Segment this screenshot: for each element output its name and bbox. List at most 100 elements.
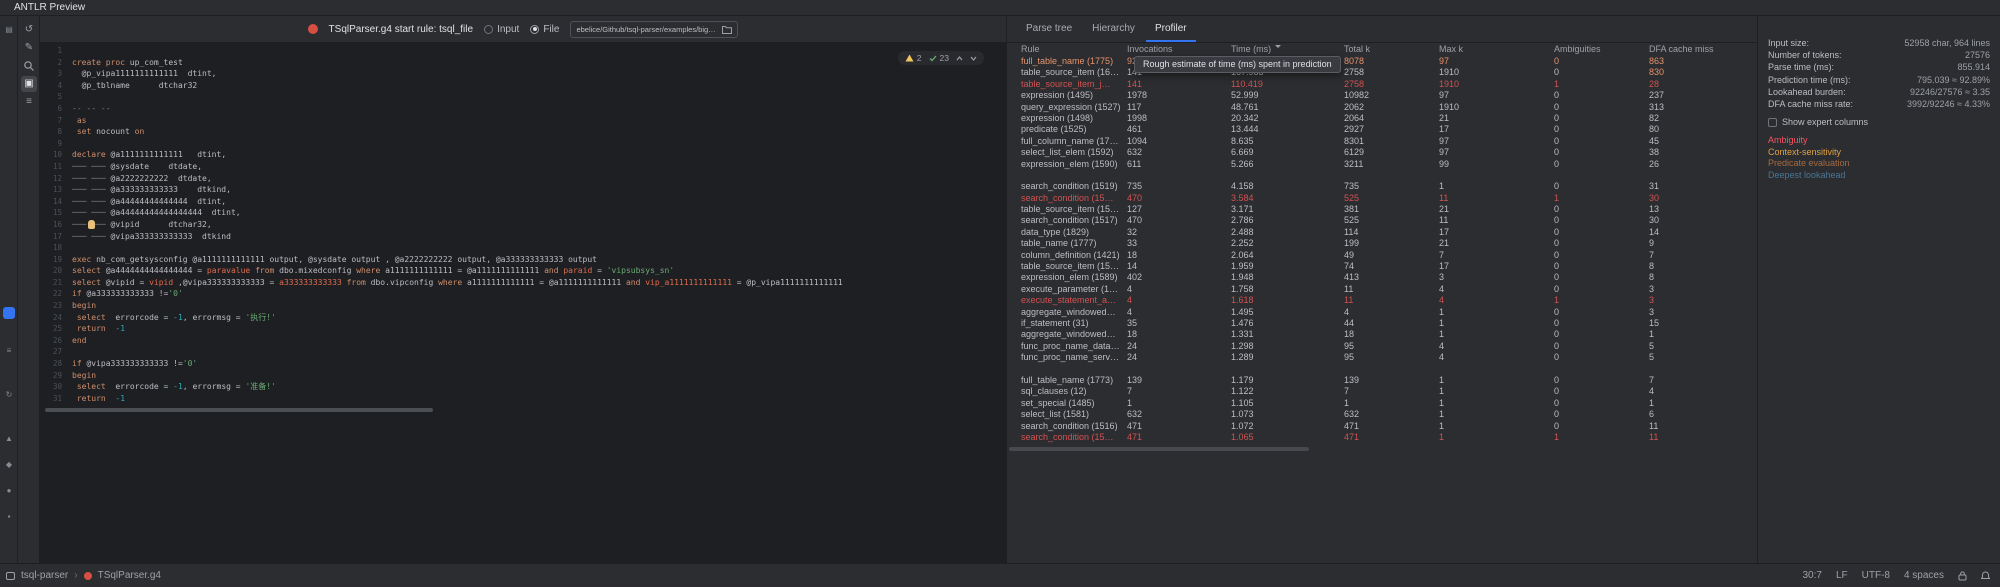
inspections-widget[interactable]: 2 23 [898, 51, 984, 65]
table-row[interactable]: query_expression (1527)11748.76120621910… [1007, 102, 1757, 113]
version-control-icon[interactable]: ↻ [3, 389, 15, 401]
tab-hierarchy[interactable]: Hierarchy [1083, 16, 1144, 42]
code-line[interactable]: 31 return -1 [40, 393, 1006, 405]
code-line[interactable]: 12─── ─── @a2222222222 dtdate, [40, 173, 1006, 185]
column-header-total-k[interactable]: Total k [1344, 43, 1439, 56]
input-radio[interactable]: Input [484, 24, 519, 35]
line-number[interactable]: 26 [40, 335, 62, 347]
code-line[interactable]: 28if @vipa333333333333 !='0' [40, 358, 1006, 370]
table-row[interactable]: aggregate_windowed…181.33118101 [1007, 329, 1757, 340]
table-row[interactable]: full_table_name (1775)925294.32280789708… [1007, 56, 1757, 67]
code-line[interactable]: 2create proc up_com_test [40, 57, 1006, 69]
table-row[interactable]: data_type (1829)322.48811417014 [1007, 227, 1757, 238]
line-number[interactable]: 17 [40, 231, 62, 243]
folder-icon[interactable] [722, 25, 732, 34]
table-row[interactable]: execute_parameter (1…41.75811403 [1007, 284, 1757, 295]
line-number[interactable]: 21 [40, 277, 62, 289]
chevron-down-icon[interactable] [970, 56, 977, 61]
line-number[interactable]: 30 [40, 381, 62, 393]
column-header-time-ms[interactable]: Time (ms) [1231, 43, 1344, 56]
file-radio[interactable]: File [530, 24, 559, 35]
run-icon[interactable]: ▲ [3, 433, 15, 445]
code-line[interactable]: 17─── ─── @vipa333333333333 dtkind [40, 231, 1006, 243]
code-line[interactable]: 16─── ─── @vipid dtchar32, [40, 219, 1006, 231]
search-icon[interactable] [21, 58, 37, 74]
table-hscrollbar[interactable] [1007, 447, 1757, 451]
code-line[interactable]: 3 @p_vipa1111111111111 dtint, [40, 68, 1006, 80]
line-number[interactable]: 1 [40, 45, 62, 57]
code-line[interactable]: 20select @a4444444444444444 = paravalue … [40, 265, 1006, 277]
line-number[interactable]: 7 [40, 115, 62, 127]
column-header-ambiguities[interactable]: Ambiguities [1554, 43, 1649, 56]
intention-bulb-icon[interactable] [88, 220, 95, 229]
line-number[interactable]: 19 [40, 254, 62, 266]
edit-icon[interactable]: ✎ [21, 40, 37, 56]
table-row[interactable]: search_condition (15…4703.58452511130 [1007, 193, 1757, 204]
line-number[interactable]: 24 [40, 312, 62, 324]
line-number[interactable]: 6 [40, 103, 62, 115]
scrollbar-thumb[interactable] [1009, 447, 1309, 451]
table-row[interactable]: expression (1495)197852.99910982970237 [1007, 90, 1757, 101]
encoding-indicator[interactable]: UTF-8 [1862, 570, 1890, 581]
code-line[interactable]: 30 select errorcode = -1, errormsg = '准备… [40, 381, 1006, 393]
table-row[interactable]: execute_statement_a…41.61811413 [1007, 295, 1757, 306]
line-number[interactable]: 10 [40, 149, 62, 161]
indent-indicator[interactable]: 4 spaces [1904, 570, 1944, 581]
table-row[interactable]: select_list_elem (1592)6326.669612997038 [1007, 147, 1757, 158]
code-line[interactable]: 19exec nb_com_getsysconfig @a11111111111… [40, 254, 1006, 266]
line-number[interactable]: 12 [40, 173, 62, 185]
table-row[interactable]: table_source_item (16…141167.98327581910… [1007, 67, 1757, 78]
show-expert-columns-checkbox[interactable]: Show expert columns [1768, 116, 1990, 128]
column-header-dfa-cache-miss[interactable]: DFA cache miss [1649, 43, 1756, 56]
breadcrumb-file[interactable]: TSqlParser.g4 [98, 570, 161, 581]
code-line[interactable]: 14─── ─── @a44444444444444 dtint, [40, 196, 1006, 208]
problems-icon[interactable]: ● [3, 485, 15, 497]
antlr-preview-tool-icon[interactable] [3, 307, 15, 319]
code-line[interactable]: 4 @p_tblname dtchar32 [40, 80, 1006, 92]
line-number[interactable]: 18 [40, 242, 62, 254]
file-path-input[interactable]: ebelice/Github/tsql-parser/examples/big.… [570, 21, 738, 38]
code-line[interactable]: 11─── ─── @sysdate dtdate, [40, 161, 1006, 173]
code-line[interactable]: 22if @a333333333333 !='0' [40, 288, 1006, 300]
table-row[interactable]: sql_clauses (12)71.1227104 [1007, 386, 1757, 397]
typos-counter[interactable]: 23 [929, 53, 949, 63]
line-number[interactable]: 31 [40, 393, 62, 405]
table-row[interactable]: expression_elem (1590)6115.266321199026 [1007, 159, 1757, 170]
warnings-counter[interactable]: 2 [905, 53, 922, 63]
line-number[interactable]: 20 [40, 265, 62, 277]
line-number[interactable]: 15 [40, 207, 62, 219]
table-row[interactable]: expression_elem (1589)4021.948413308 [1007, 272, 1757, 283]
line-number[interactable]: 2 [40, 57, 62, 69]
line-number[interactable]: 29 [40, 370, 62, 382]
line-number[interactable]: 8 [40, 126, 62, 138]
line-number[interactable]: 28 [40, 358, 62, 370]
code-line[interactable]: 27 [40, 346, 1006, 358]
caret-position[interactable]: 30:7 [1802, 570, 1821, 581]
breadcrumb-project[interactable]: tsql-parser [21, 570, 68, 581]
line-number[interactable]: 27 [40, 346, 62, 358]
table-row[interactable]: set_special (1485)11.1051101 [1007, 398, 1757, 409]
list-view-icon[interactable]: ≡ [21, 94, 37, 110]
code-editor[interactable]: 12create proc up_com_test3 @p_vipa111111… [40, 43, 1006, 563]
code-line[interactable]: 7 as [40, 115, 1006, 127]
table-row[interactable]: full_table_name (1773)1391.179139107 [1007, 375, 1757, 386]
structure-icon[interactable]: ≡ [3, 345, 15, 357]
code-line[interactable]: 5 [40, 91, 1006, 103]
code-line[interactable]: 6-- -- -- [40, 103, 1006, 115]
line-number[interactable]: 9 [40, 138, 62, 150]
line-number[interactable]: 4 [40, 80, 62, 92]
table-row[interactable]: func_proc_name_serv…241.28995405 [1007, 352, 1757, 363]
table-row[interactable]: table_source_item (15…1273.17138121013 [1007, 204, 1757, 215]
rerun-icon[interactable]: ↺ [21, 22, 37, 38]
table-row[interactable]: search_condition (1517)4702.78652511030 [1007, 215, 1757, 226]
code-line[interactable]: 13─── ─── @a333333333333 dtkind, [40, 184, 1006, 196]
code-line[interactable]: 26end [40, 335, 1006, 347]
tab-parse-tree[interactable]: Parse tree [1017, 16, 1081, 42]
editor-hscrollbar[interactable] [40, 408, 1006, 412]
tab-profiler[interactable]: Profiler [1146, 16, 1196, 42]
line-number[interactable]: 14 [40, 196, 62, 208]
table-row[interactable]: if_statement (31)351.476441015 [1007, 318, 1757, 329]
line-number[interactable]: 22 [40, 288, 62, 300]
code-line[interactable]: 25 return -1 [40, 323, 1006, 335]
table-row[interactable]: search_condition (1519)7354.1587351031 [1007, 181, 1757, 192]
